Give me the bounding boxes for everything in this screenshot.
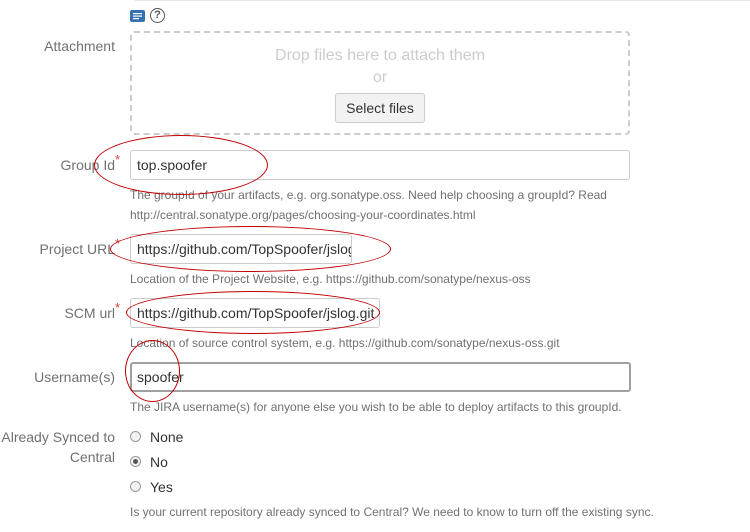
group-id-input[interactable]: top.spoofer	[130, 150, 630, 180]
dropzone-text: Drop files here to attach them	[275, 47, 485, 64]
radio-button-no[interactable]	[130, 456, 141, 467]
group-id-help-line2: http://central.sonatype.org/pages/choosi…	[130, 208, 476, 222]
select-files-button[interactable]: Select files	[335, 93, 425, 123]
top-divider	[135, 0, 750, 1]
already-synced-label-line2: Central	[69, 449, 115, 465]
usernames-input[interactable]: spoofer	[130, 362, 631, 392]
dropzone-or-text: or	[372, 69, 388, 86]
scm-url-input[interactable]: https://github.com/TopSpoofer/jslog.git	[130, 298, 380, 328]
radio-button-none[interactable]	[130, 431, 141, 442]
scm-url-label: SCM url	[64, 305, 115, 321]
scm-url-required-mark: *	[115, 300, 121, 315]
project-url-input[interactable]: https://github.com/TopSpoofer/jslog	[130, 234, 352, 264]
project-url-label: Project URL	[39, 241, 115, 257]
project-url-help: Location of the Project Website, e.g. ht…	[130, 272, 531, 286]
radio-button-yes[interactable]	[130, 481, 141, 492]
group-id-label: Group Id	[60, 157, 115, 173]
group-id-required-mark: *	[115, 152, 121, 167]
group-id-help-line1: The groupId of your artifacts, e.g. org.…	[130, 188, 607, 202]
attachment-dropzone[interactable]: Drop files here to attach them or Select…	[130, 31, 630, 135]
already-synced-label-line1: Already Synced to	[1, 429, 115, 445]
project-url-required-mark: *	[115, 236, 121, 251]
help-icon[interactable]: ?	[150, 8, 165, 23]
usernames-label: Username(s)	[34, 369, 115, 385]
radio-label-none: None	[150, 429, 184, 445]
attachment-label: Attachment	[44, 38, 115, 54]
radio-label-no: No	[150, 454, 168, 470]
already-synced-help: Is your current repository already synce…	[130, 505, 654, 519]
usernames-help: The JIRA username(s) for anyone else you…	[130, 400, 622, 414]
editor-icon[interactable]	[130, 10, 145, 22]
radio-label-yes: Yes	[150, 479, 173, 495]
scm-url-help: Location of source control system, e.g. …	[130, 336, 560, 350]
